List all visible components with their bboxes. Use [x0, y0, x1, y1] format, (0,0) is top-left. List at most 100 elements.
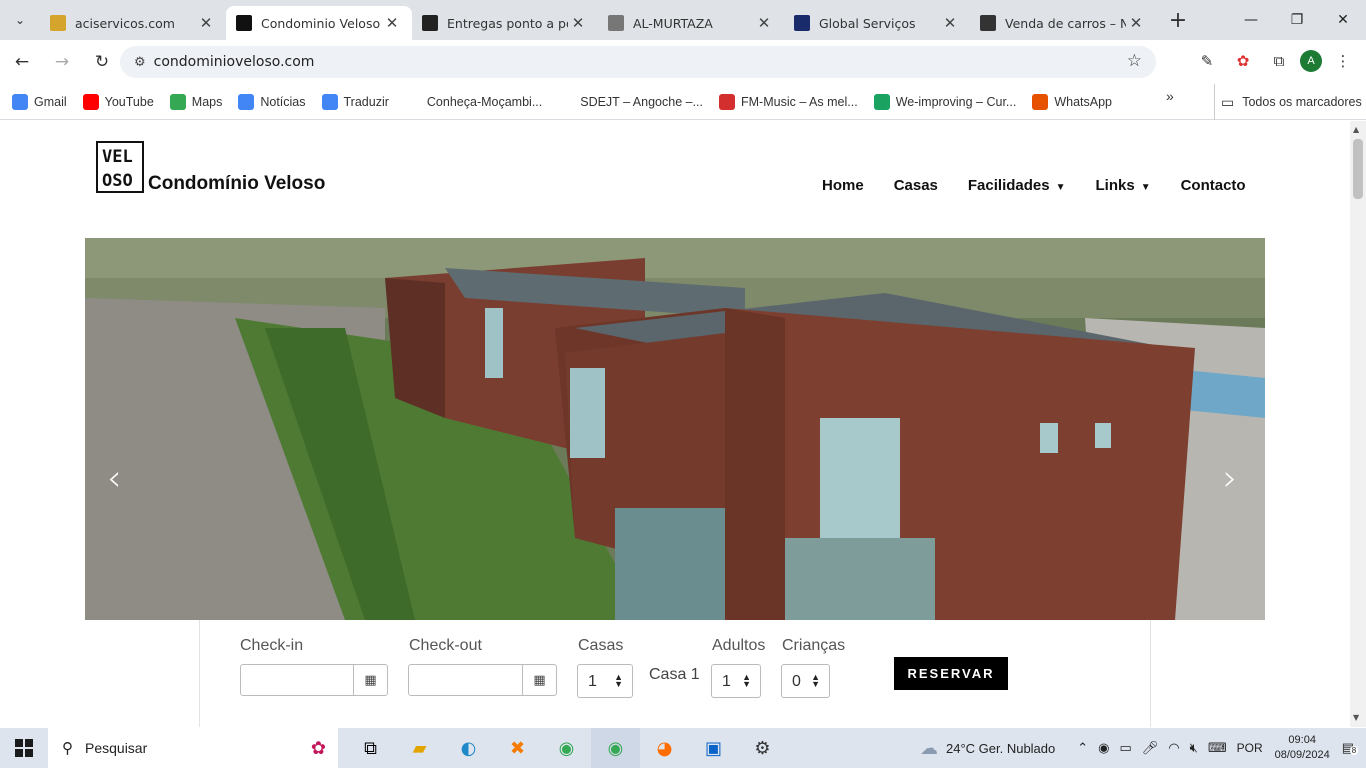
- hero-slider: ‹ ›: [85, 238, 1265, 620]
- nav-item[interactable]: Links ▼: [1096, 177, 1151, 194]
- back-button[interactable]: ←: [4, 44, 40, 80]
- extension-colorful-icon[interactable]: ✿: [1228, 46, 1258, 76]
- nav-item-label: Contacto: [1180, 177, 1246, 194]
- url-text: condominioveloso.com: [153, 54, 315, 70]
- browser-tab[interactable]: Global Serviços ✕: [784, 6, 970, 40]
- scroll-thumb[interactable]: [1353, 139, 1363, 199]
- start-button[interactable]: [0, 728, 48, 768]
- close-tab-icon[interactable]: ✕: [754, 14, 774, 32]
- toolbar-extensions: ✎ ✿ ⧉ A ⋮: [1192, 46, 1358, 76]
- all-bookmarks-button[interactable]: ▭ Todos os marcadores: [1214, 84, 1362, 120]
- updown-icon: ▲ ▼: [811, 672, 820, 689]
- minimize-button[interactable]: —: [1228, 0, 1274, 40]
- tab-search-button[interactable]: ⌄: [0, 0, 40, 40]
- browser-tab-strip: ⌄ aciservicos.com ✕ Condominio Veloso – ✕ En…: [0, 0, 1366, 40]
- window-controls: — ❐ ✕: [1228, 0, 1366, 40]
- bookmark-item[interactable]: FM-Music – As mel...: [711, 88, 866, 116]
- bookmark-star-icon[interactable]: ☆: [1127, 51, 1142, 71]
- record-icon[interactable]: ◉: [1098, 740, 1109, 756]
- bookmark-item[interactable]: Maps: [162, 88, 231, 116]
- close-tab-icon[interactable]: ✕: [1126, 14, 1146, 32]
- browser-tab[interactable]: Venda de carros – No ✕: [970, 6, 1156, 40]
- address-bar[interactable]: ⚙ condominioveloso.com ☆: [120, 46, 1156, 78]
- wifi-icon[interactable]: ◠: [1168, 740, 1179, 756]
- task-view-icon[interactable]: ⧉: [346, 728, 395, 768]
- browser-tab[interactable]: AL-MURTAZA ✕: [598, 6, 784, 40]
- close-tab-icon[interactable]: ✕: [382, 14, 402, 32]
- bookmark-item[interactable]: SDEJT – Angoche –...: [550, 88, 711, 116]
- casa-name: Casa 1: [649, 666, 700, 683]
- taskbar-search[interactable]: ⚲ Pesquisar ✿: [48, 728, 338, 768]
- settings-icon[interactable]: ⚙: [738, 728, 787, 768]
- search-icon: ⚲: [62, 740, 73, 757]
- bookmark-item[interactable]: Gmail: [4, 88, 75, 116]
- casas-select[interactable]: 1 ▲ ▼: [577, 664, 633, 698]
- site-logo[interactable]: VEL OSO: [96, 141, 144, 193]
- extensions-puzzle-icon[interactable]: ⧉: [1264, 46, 1294, 76]
- close-window-button[interactable]: ✕: [1320, 0, 1366, 40]
- slider-prev-button[interactable]: ‹: [107, 458, 121, 499]
- adultos-select-value: 1: [722, 673, 731, 690]
- slider-next-button[interactable]: ›: [1223, 458, 1237, 499]
- more-bookmarks-icon[interactable]: »: [1166, 88, 1174, 104]
- restore-button[interactable]: ❐: [1274, 0, 1320, 40]
- tab-title: AL-MURTAZA: [633, 15, 713, 31]
- scroll-up-icon[interactable]: ▲: [1353, 125, 1359, 134]
- criancas-select[interactable]: 0 ▲ ▼: [781, 664, 830, 698]
- chevron-up-icon[interactable]: ⌃: [1077, 740, 1088, 756]
- close-tab-icon[interactable]: ✕: [568, 14, 588, 32]
- language-indicator[interactable]: POR: [1237, 741, 1263, 755]
- checkout-input[interactable]: ▦: [408, 664, 557, 696]
- profile-avatar[interactable]: A: [1300, 50, 1322, 72]
- edge-icon[interactable]: ◐: [444, 728, 493, 768]
- bookmark-item[interactable]: Conheça-Moçambi...: [397, 88, 550, 116]
- forward-button[interactable]: →: [44, 44, 80, 80]
- scroll-down-icon[interactable]: ▼: [1353, 713, 1359, 722]
- bookmark-item[interactable]: Traduzir: [314, 88, 397, 116]
- firefox-icon[interactable]: ◕: [640, 728, 689, 768]
- bookmark-item[interactable]: We-improving – Cur...: [866, 88, 1025, 116]
- adultos-select[interactable]: 1 ▲ ▼: [711, 664, 761, 698]
- browser-tab[interactable]: aciservicos.com ✕: [40, 6, 226, 40]
- nav-item[interactable]: Home: [822, 177, 864, 194]
- microphone-icon[interactable]: 🎤︎: [1142, 740, 1159, 756]
- bookmark-item[interactable]: Notícias: [230, 88, 313, 116]
- xampp-icon[interactable]: ✖: [493, 728, 542, 768]
- p-icon-icon: [422, 15, 438, 31]
- weather-icon[interactable]: ☁: [920, 738, 938, 759]
- nav-item[interactable]: Casas: [894, 177, 938, 194]
- menu-kebab-icon[interactable]: ⋮: [1328, 46, 1358, 76]
- nav-item[interactable]: Facilidades ▼: [968, 177, 1066, 194]
- clock[interactable]: 09:04 08/09/2024: [1275, 733, 1330, 763]
- keyboard-icon[interactable]: ⌨: [1208, 740, 1227, 756]
- weather-text[interactable]: 24°C Ger. Nublado: [946, 741, 1055, 756]
- site-name[interactable]: Condomínio Veloso: [148, 173, 325, 195]
- checkin-input[interactable]: ▦: [240, 664, 388, 696]
- browser-tab[interactable]: Entregas ponto a por ✕: [412, 6, 598, 40]
- close-tab-icon[interactable]: ✕: [940, 14, 960, 32]
- chrome-icon[interactable]: ◉: [542, 728, 591, 768]
- chrome-profile-icon[interactable]: ◉: [591, 728, 640, 768]
- outlook-icon[interactable]: ▣: [689, 728, 738, 768]
- battery-icon[interactable]: ▭: [1120, 740, 1132, 756]
- bookmark-item[interactable]: YouTube: [75, 88, 162, 116]
- eyedropper-icon[interactable]: ✎: [1192, 46, 1222, 76]
- notifications-icon[interactable]: ▤ 8: [1342, 740, 1359, 756]
- browser-tab[interactable]: Condominio Veloso – ✕: [226, 6, 412, 40]
- bookmark-label: Notícias: [260, 94, 306, 109]
- reload-button[interactable]: ↻: [84, 44, 120, 80]
- calendar-icon[interactable]: ▦: [522, 665, 556, 695]
- close-tab-icon[interactable]: ✕: [196, 14, 216, 32]
- new-tab-button[interactable]: +: [1160, 8, 1196, 33]
- arrow-left-icon: ←: [14, 52, 30, 72]
- speaker-muted-icon[interactable]: 🔇︎: [1190, 740, 1198, 756]
- nav-item[interactable]: Contacto: [1181, 177, 1246, 194]
- reserve-button[interactable]: RESERVAR: [894, 657, 1008, 690]
- bookmark-label: FM-Music – As mel...: [741, 94, 858, 109]
- calendar-icon[interactable]: ▦: [353, 665, 387, 695]
- page-scrollbar[interactable]: ▲ ▼: [1350, 121, 1366, 727]
- site-info-icon[interactable]: ⚙: [134, 55, 146, 70]
- file-explorer-icon[interactable]: ▰: [395, 728, 444, 768]
- bookmark-item[interactable]: WhatsApp: [1024, 88, 1120, 116]
- bookmarks-bar: Gmail YouTube Maps Notícias Traduzir Conheça-…: [0, 84, 1366, 120]
